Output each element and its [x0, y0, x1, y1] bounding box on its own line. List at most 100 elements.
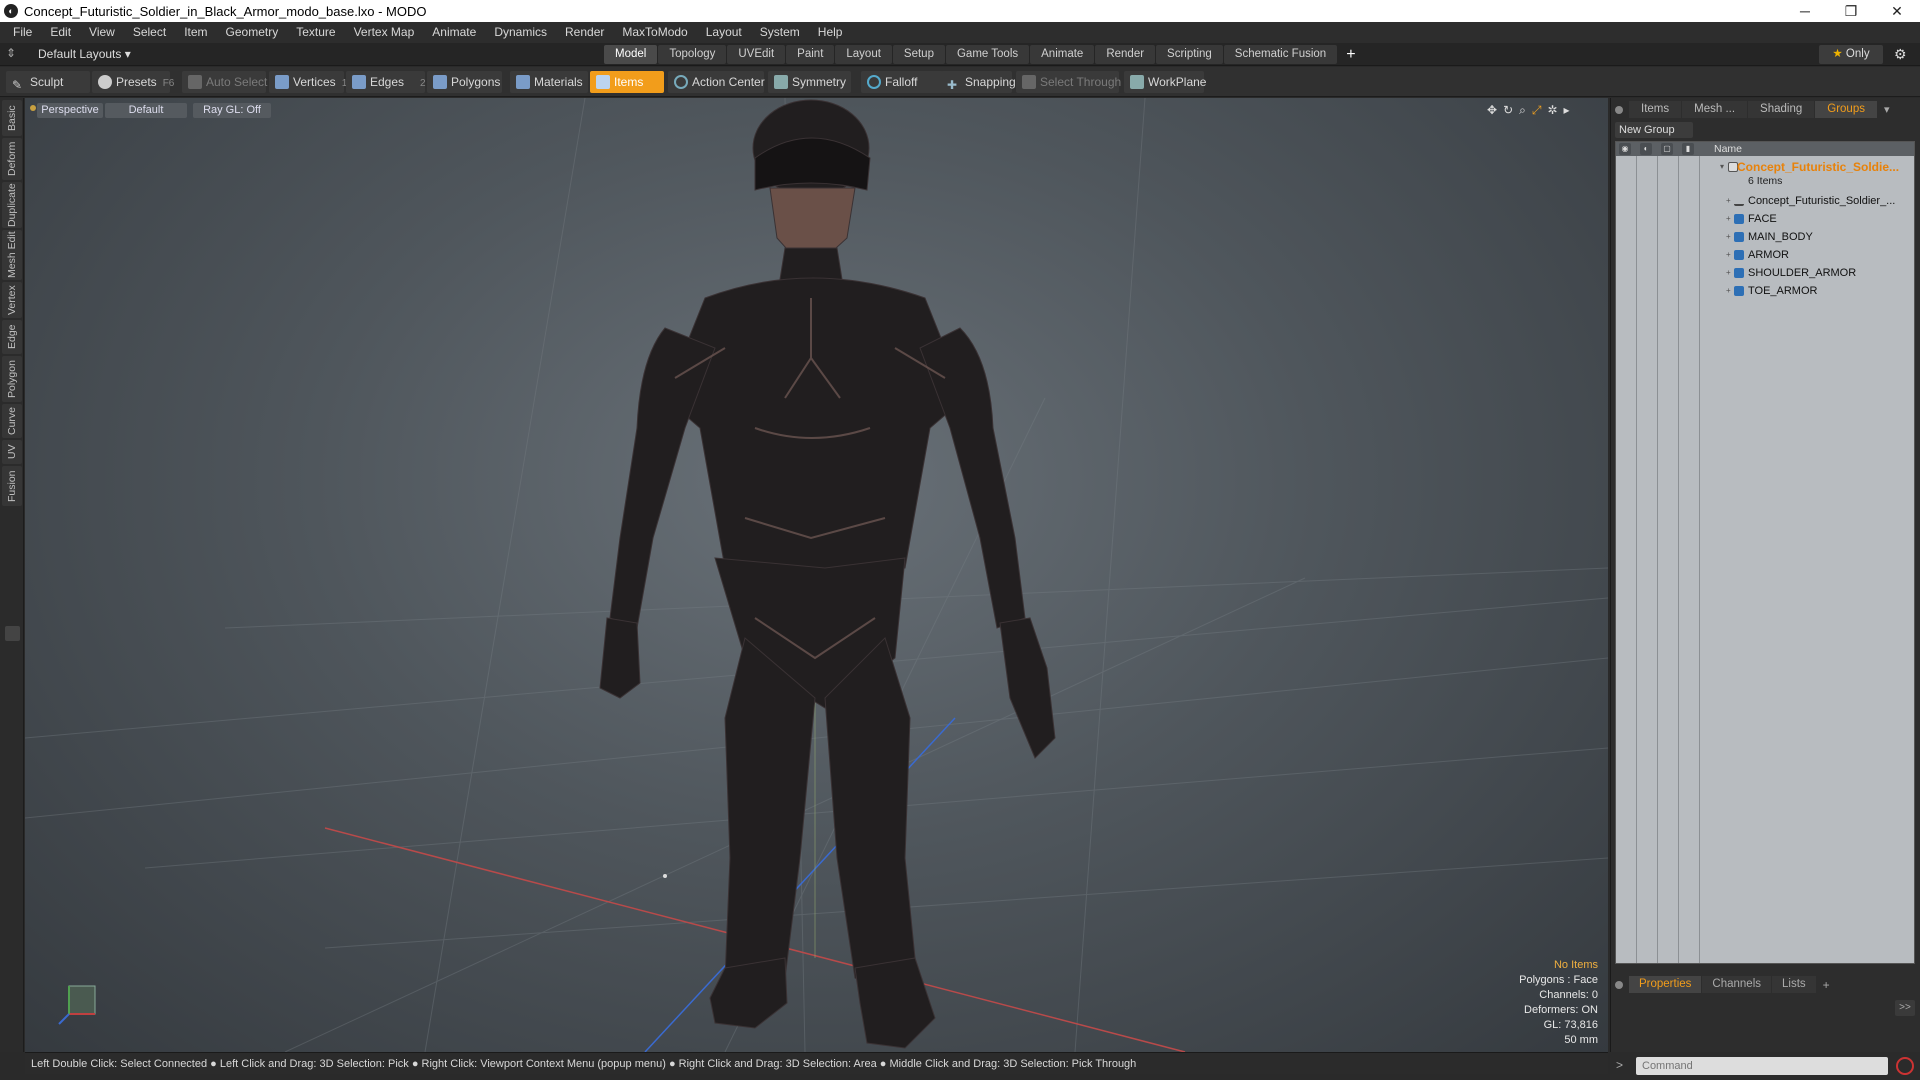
zoom-icon[interactable]: ⌕: [1519, 103, 1526, 118]
shading-mode-button[interactable]: Default: [105, 103, 187, 118]
tab-model[interactable]: Model: [604, 45, 658, 64]
auto-select-button[interactable]: Auto Select: [182, 71, 267, 93]
group-child-row[interactable]: + FACE: [1616, 210, 1914, 228]
prop-tab-channels[interactable]: Channels: [1702, 976, 1772, 993]
maximize-button[interactable]: ❐: [1828, 0, 1874, 22]
maximize-view-icon[interactable]: ⤢: [1532, 103, 1542, 118]
left-tab-basic[interactable]: Basic: [2, 100, 22, 136]
menu-dynamics[interactable]: Dynamics: [485, 22, 556, 43]
items-button[interactable]: Items: [590, 71, 664, 93]
group-child-row[interactable]: + SHOULDER_ARMOR: [1616, 264, 1914, 282]
menu-vertex-map[interactable]: Vertex Map: [345, 22, 424, 43]
menu-file[interactable]: File: [4, 22, 41, 43]
pan-icon[interactable]: ✥: [1487, 103, 1497, 118]
left-tab-vertex[interactable]: Vertex: [2, 282, 22, 318]
lock-column-icon[interactable]: ▢: [1661, 143, 1673, 155]
left-panel-toggle[interactable]: [5, 626, 20, 641]
tab-schematic-fusion[interactable]: Schematic Fusion: [1223, 45, 1338, 64]
3d-viewport[interactable]: Perspective Default Ray GL: Off ✥ ↻ ⌕ ⤢ …: [25, 98, 1608, 1052]
select-column-icon[interactable]: ▮: [1682, 143, 1694, 155]
panel-dropdown-icon[interactable]: ▾: [1884, 103, 1890, 116]
snapping-button[interactable]: ✚ Snapping: [941, 71, 1016, 93]
left-tab-edge[interactable]: Edge: [2, 320, 22, 354]
raygl-toggle[interactable]: Ray GL: Off: [193, 103, 271, 118]
record-macro-icon[interactable]: [1896, 1057, 1914, 1075]
add-prop-tab-icon[interactable]: +: [1823, 978, 1830, 992]
panel-tab-shading[interactable]: Shading: [1748, 101, 1815, 118]
menu-maxtomodo[interactable]: MaxToModo: [613, 22, 696, 43]
render-column-icon[interactable]: ◐: [1640, 143, 1652, 155]
add-tab-icon[interactable]: +: [1338, 45, 1363, 64]
action-center-button[interactable]: Action Center: [668, 71, 765, 93]
viewport-menu-icon[interactable]: ▸: [1564, 103, 1570, 118]
left-tab-polygon[interactable]: Polygon: [2, 356, 22, 402]
workplane-button[interactable]: WorkPlane: [1124, 71, 1206, 93]
left-tab-deform[interactable]: Deform: [2, 138, 22, 180]
falloff-button[interactable]: Falloff: [861, 71, 943, 93]
menu-system[interactable]: System: [751, 22, 809, 43]
group-row[interactable]: ▾ Concept_Futuristic_Soldie... 6 Items: [1616, 158, 1914, 190]
expand-icon[interactable]: +: [1726, 192, 1731, 210]
expand-icon[interactable]: +: [1726, 246, 1731, 264]
panel-tab-groups[interactable]: Groups: [1815, 101, 1877, 118]
tab-setup[interactable]: Setup: [892, 45, 945, 64]
left-tab-mesh-edit[interactable]: Mesh Edit: [2, 230, 22, 280]
collapse-icon[interactable]: ▾: [1720, 158, 1724, 176]
gear-icon[interactable]: ⚙: [1894, 46, 1907, 63]
menu-select[interactable]: Select: [124, 22, 175, 43]
edges-button[interactable]: Edges 2: [346, 71, 426, 93]
group-child-row[interactable]: + TOE_ARMOR: [1616, 282, 1914, 300]
presets-button[interactable]: Presets F6: [92, 71, 174, 93]
tab-render[interactable]: Render: [1095, 45, 1156, 64]
left-tab-curve[interactable]: Curve: [2, 404, 22, 438]
symmetry-button[interactable]: Symmetry: [768, 71, 851, 93]
tab-animate[interactable]: Animate: [1030, 45, 1095, 64]
minimize-button[interactable]: ─: [1782, 0, 1828, 22]
expand-panel-button[interactable]: >>: [1895, 1000, 1915, 1016]
menu-geometry[interactable]: Geometry: [217, 22, 288, 43]
prop-tab-properties[interactable]: Properties: [1629, 976, 1702, 993]
scene-canvas[interactable]: [25, 98, 1608, 1052]
tab-topology[interactable]: Topology: [658, 45, 727, 64]
materials-button[interactable]: Materials: [510, 71, 588, 93]
expand-icon[interactable]: +: [1726, 282, 1731, 300]
menu-help[interactable]: Help: [809, 22, 852, 43]
layout-toggle-icon[interactable]: ⇕: [6, 46, 16, 60]
expand-icon[interactable]: +: [1726, 228, 1731, 246]
close-button[interactable]: ✕: [1874, 0, 1920, 22]
polygons-button[interactable]: Polygons: [427, 71, 502, 93]
expand-icon[interactable]: +: [1726, 210, 1731, 228]
menu-item[interactable]: Item: [175, 22, 216, 43]
command-input[interactable]: [1636, 1057, 1888, 1075]
tab-layout[interactable]: Layout: [835, 45, 892, 64]
group-child-row[interactable]: + MAIN_BODY: [1616, 228, 1914, 246]
group-child-row[interactable]: + Concept_Futuristic_Soldier_...: [1616, 192, 1914, 210]
vertices-button[interactable]: Vertices 1: [269, 71, 347, 93]
expand-icon[interactable]: +: [1726, 264, 1731, 282]
group-child-row[interactable]: + ARMOR: [1616, 246, 1914, 264]
prop-tab-lists[interactable]: Lists: [1772, 976, 1816, 993]
sculpt-button[interactable]: ✎ Sculpt: [6, 71, 90, 93]
menu-animate[interactable]: Animate: [423, 22, 485, 43]
only-toggle[interactable]: ★ Only: [1819, 45, 1883, 64]
tab-scripting[interactable]: Scripting: [1156, 45, 1223, 64]
left-tab-fusion[interactable]: Fusion: [2, 466, 22, 506]
select-through-button[interactable]: Select Through: [1016, 71, 1121, 93]
menu-layout[interactable]: Layout: [697, 22, 751, 43]
new-group-button[interactable]: New Group: [1615, 122, 1693, 138]
panel-tab-items[interactable]: Items: [1629, 101, 1682, 118]
layout-selector[interactable]: Default Layouts ▾: [38, 47, 131, 61]
soldier-model[interactable]: [599, 99, 1056, 1049]
left-tab-duplicate[interactable]: Duplicate: [2, 182, 22, 228]
view-mode-button[interactable]: Perspective: [37, 103, 103, 118]
menu-edit[interactable]: Edit: [41, 22, 80, 43]
menu-texture[interactable]: Texture: [287, 22, 344, 43]
tab-game-tools[interactable]: Game Tools: [945, 45, 1030, 64]
left-tab-uv[interactable]: UV: [2, 440, 22, 464]
tab-uvedit[interactable]: UVEdit: [727, 45, 786, 64]
visibility-column-icon[interactable]: ◉: [1619, 143, 1631, 155]
menu-view[interactable]: View: [80, 22, 124, 43]
tab-paint[interactable]: Paint: [786, 45, 835, 64]
panel-tab-mesh[interactable]: Mesh ...: [1682, 101, 1748, 118]
viewport-settings-icon[interactable]: ✲: [1547, 103, 1557, 118]
